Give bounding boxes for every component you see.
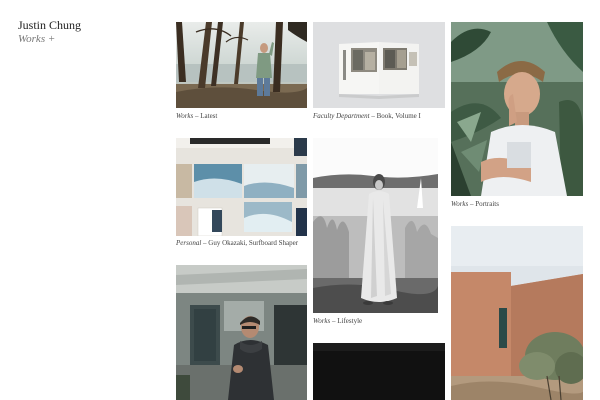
- works-menu-toggle[interactable]: Works +: [18, 33, 158, 46]
- dark-image: [313, 343, 445, 400]
- project-caption[interactable]: Works – Latest: [176, 112, 217, 121]
- project-card-latest[interactable]: Works – Latest: [176, 22, 307, 122]
- project-caption[interactable]: Faculty Department – Book, Volume I: [313, 112, 421, 121]
- project-title: Guy Okazaki, Surfboard Shaper: [208, 239, 299, 247]
- project-category: Works: [313, 317, 331, 325]
- project-caption[interactable]: Works – Portraits: [451, 200, 499, 209]
- project-title: Portraits: [475, 200, 499, 208]
- project-thumbnail[interactable]: [176, 138, 307, 236]
- project-category: Personal: [176, 239, 202, 247]
- site-header: Justin Chung Works +: [18, 18, 158, 46]
- project-thumbnail[interactable]: [313, 22, 445, 108]
- project-thumbnail[interactable]: [313, 138, 438, 313]
- man-portrait-palms-image: [451, 22, 583, 196]
- open-book-image: [313, 22, 445, 108]
- project-card-workshop[interactable]: [176, 265, 307, 400]
- project-category: Faculty Department: [313, 112, 370, 120]
- project-thumbnail[interactable]: [451, 226, 583, 400]
- project-caption[interactable]: Personal – Guy Okazaki, Surfboard Shaper: [176, 239, 298, 248]
- forest-portrait-image: [176, 22, 307, 108]
- project-card-lifestyle[interactable]: Works – Lifestyle: [313, 138, 438, 328]
- site-title-link[interactable]: Justin Chung: [18, 18, 158, 32]
- project-category: Works: [176, 112, 194, 120]
- project-thumbnail[interactable]: [176, 22, 307, 108]
- project-card-adobe-building[interactable]: [451, 226, 583, 400]
- workshop-man-image: [176, 265, 307, 400]
- project-thumbnail[interactable]: [313, 343, 445, 400]
- project-category: Works: [451, 200, 469, 208]
- project-caption[interactable]: Works – Lifestyle: [313, 317, 362, 326]
- project-title: Lifestyle: [337, 317, 363, 325]
- surf-photos-wall-image: [176, 138, 307, 236]
- adobe-building-image: [451, 226, 583, 400]
- project-title: Book, Volume I: [376, 112, 421, 120]
- project-card-book-volume[interactable]: Faculty Department – Book, Volume I: [313, 22, 445, 122]
- project-title: Latest: [200, 112, 218, 120]
- project-card-dark[interactable]: [313, 343, 445, 400]
- project-thumbnail[interactable]: [176, 265, 307, 400]
- project-thumbnail[interactable]: [451, 22, 583, 196]
- project-card-portraits[interactable]: Works – Portraits: [451, 22, 583, 212]
- portfolio-page: Justin Chung Works + Works – Latest Pers…: [0, 0, 600, 400]
- woman-blanket-bw-image: [313, 138, 438, 313]
- project-card-guy-okazaki[interactable]: Personal – Guy Okazaki, Surfboard Shaper: [176, 138, 307, 250]
- caption-separator: –: [369, 112, 377, 120]
